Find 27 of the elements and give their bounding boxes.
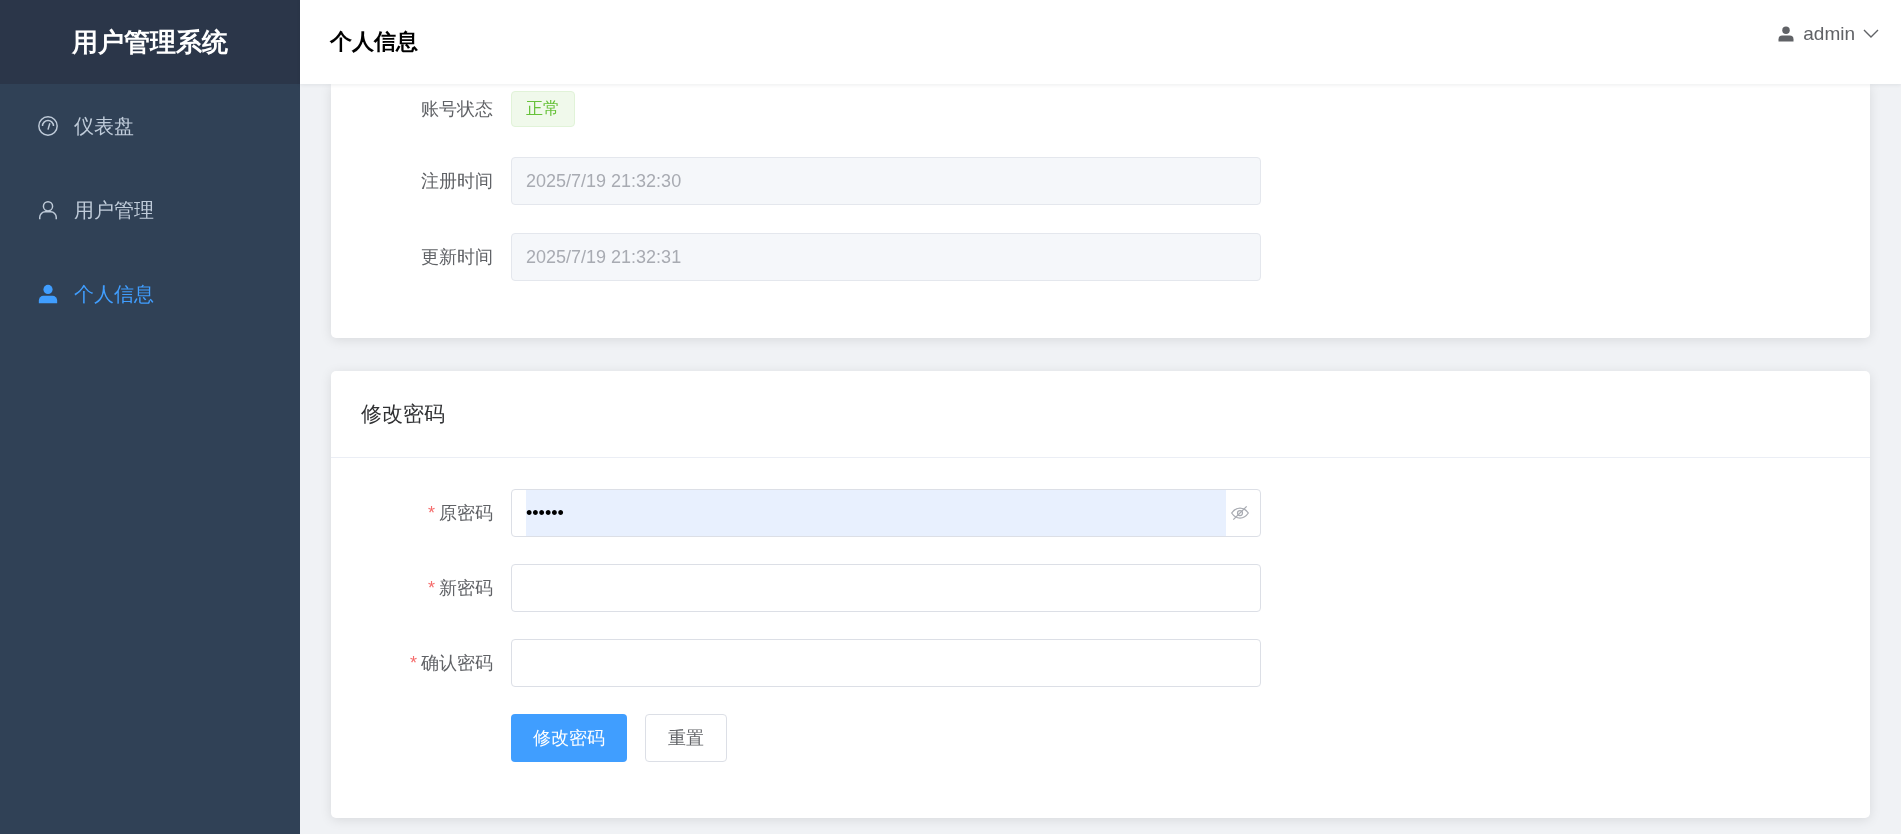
eye-off-icon[interactable]: [1230, 503, 1250, 523]
field-label: 新密码: [439, 576, 493, 600]
required-mark: *: [428, 576, 435, 600]
required-mark: *: [410, 651, 417, 675]
card-title: 修改密码: [361, 401, 445, 428]
status-tag: 正常: [511, 91, 575, 127]
sidebar-item[interactable]: 用户管理: [0, 168, 300, 252]
page-title: 个人信息: [330, 28, 418, 56]
app-title: 用户管理系统: [72, 25, 228, 59]
user-icon: [1777, 25, 1796, 44]
field-label: 更新时间: [420, 245, 494, 269]
sidebar-item[interactable]: 个人信息: [0, 252, 300, 336]
password-field[interactable]: ••••••: [511, 489, 1261, 537]
field-label: 确认密码: [421, 651, 493, 675]
chevron-down-icon: [1863, 29, 1879, 40]
required-mark: *: [428, 501, 435, 525]
gauge-icon: [37, 115, 59, 137]
user-icon: [37, 199, 59, 221]
password-field[interactable]: [511, 564, 1261, 612]
user-icon: [37, 283, 59, 305]
sidebar-item[interactable]: 仪表盘: [0, 84, 300, 168]
reset-button[interactable]: 重置: [645, 714, 727, 762]
password-field[interactable]: [511, 639, 1261, 687]
user-menu[interactable]: admin: [1777, 20, 1879, 49]
field-label: 原密码: [439, 501, 493, 525]
field-label: 账号状态: [420, 97, 494, 121]
field-label: 注册时间: [420, 169, 494, 193]
